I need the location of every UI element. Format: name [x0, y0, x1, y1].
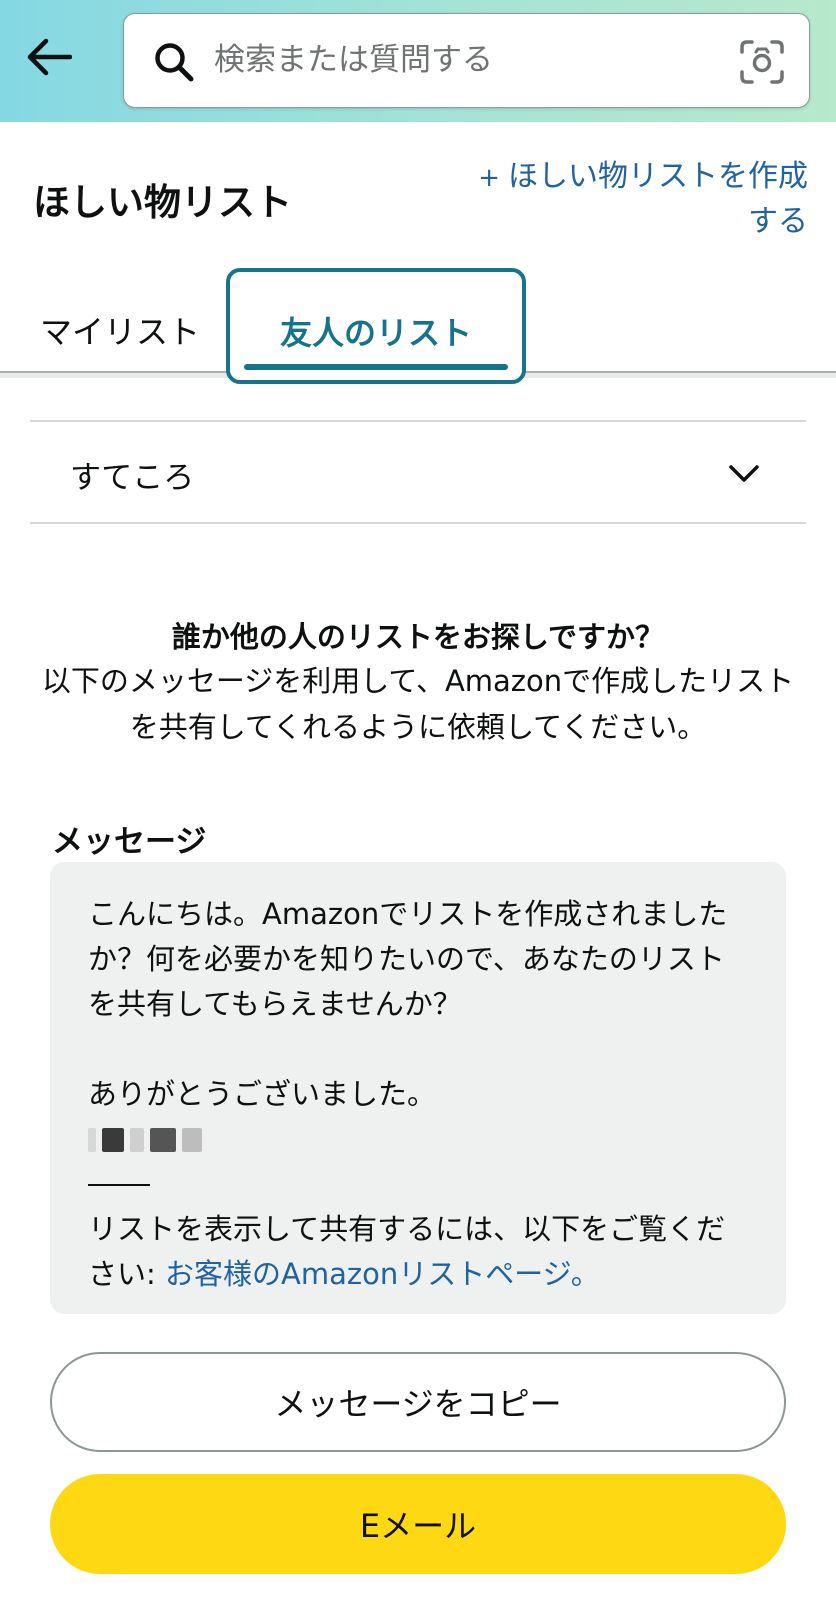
info-heading: 誰か他の人のリストをお探しですか？ — [171, 620, 665, 654]
tab-my-list[interactable]: マイリスト — [40, 307, 200, 353]
message-box: こんにちは。Amazonでリストを作成されましたか？何を必要かを知りたいので、あ… — [50, 862, 786, 1314]
top-header — [0, 0, 836, 122]
copy-message-button[interactable]: メッセージをコピー — [50, 1352, 786, 1452]
camera-scan-icon[interactable] — [738, 38, 786, 86]
dropdown-selected-value: すてころ — [70, 460, 195, 496]
info-body: 以下のメッセージを利用して、Amazonで作成したリストを共有してくれるように依… — [41, 664, 795, 744]
list-owner-dropdown[interactable]: すてころ — [30, 420, 806, 524]
tab-selected-indicator — [244, 364, 508, 370]
message-label: メッセージ — [52, 824, 207, 860]
search-icon — [155, 43, 194, 82]
message-separator — [88, 1162, 748, 1207]
search-input[interactable] — [214, 34, 704, 86]
page-title: ほしい物リスト — [33, 181, 292, 224]
arrow-left-icon — [27, 38, 72, 76]
tab-friends-list[interactable]: 友人のリスト — [226, 268, 526, 384]
amazon-list-page-link[interactable]: お客様のAmazonリストページ。 — [165, 1257, 600, 1291]
search-bar[interactable] — [123, 13, 810, 108]
chevron-down-icon — [729, 465, 759, 482]
create-list-link[interactable]: + ほしい物リストを作成する — [463, 155, 808, 244]
create-list-label: ほしい物リストを作成する — [508, 159, 808, 239]
email-button[interactable]: Eメール — [50, 1474, 786, 1574]
plus-icon: + — [478, 163, 500, 193]
message-paragraph-1: こんにちは。Amazonでリストを作成されましたか？何を必要かを知りたいので、あ… — [88, 897, 728, 1021]
tab-friends-label: 友人のリスト — [279, 314, 472, 352]
redacted-name — [88, 1117, 748, 1162]
message-paragraph-2: ありがとうございました。 — [88, 1077, 437, 1111]
back-button[interactable] — [22, 30, 76, 84]
